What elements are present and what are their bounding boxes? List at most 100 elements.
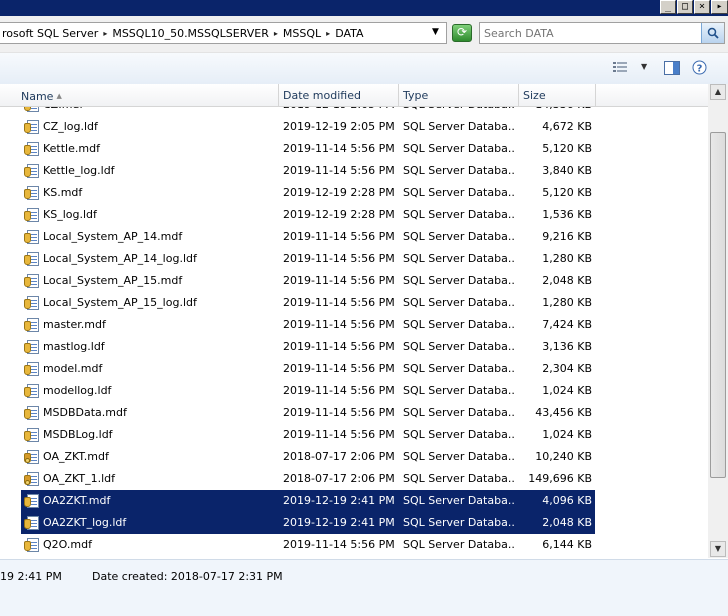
sort-ascending-icon: ▲ [56,92,62,100]
file-row[interactable]: Local_System_AP_14.mdf 2019-11-14 5:56 PM… [0,226,708,248]
scroll-down-button[interactable]: ▼ [710,541,726,557]
file-size: 43,456 KB [535,406,592,419]
file-size: 7,424 KB [542,318,592,331]
file-line-shape [31,284,37,285]
column-header-date-modified[interactable]: Date modified [279,84,399,106]
file-date-modified: 2019-11-14 5:56 PM [283,164,395,177]
file-line-shape [31,391,37,392]
scroll-up-button[interactable]: ▲ [710,84,726,100]
file-line-shape [31,410,37,411]
file-line-shape [31,394,37,395]
file-row[interactable]: CZ_log.ldf 2019-12-19 2:05 PM SQL Server D… [0,116,708,138]
file-name: MSDBData.mdf [43,406,127,419]
file-row[interactable]: MSDBLog.ldf 2019-11-14 5:56 PM SQL Server … [0,424,708,446]
file-size: 4,096 KB [542,494,592,507]
views-dropdown-icon[interactable]: ▼ [641,62,647,71]
search-box[interactable] [479,22,725,44]
sql-data-file-icon [24,296,40,310]
maximize-button[interactable]: □ [677,0,693,14]
breadcrumb-separator-icon[interactable]: ▸ [323,29,333,38]
sql-data-file-icon [24,318,40,332]
scrollbar-thumb[interactable] [710,132,726,478]
close-button[interactable]: × [694,0,710,14]
file-row[interactable]: CZ.mdf 2019-12-19 2:05 PM SQL Server Datab… [0,107,708,116]
database-cylinder-shape [24,321,31,331]
file-date-modified: 2019-11-14 5:56 PM [283,142,395,155]
file-row[interactable]: OA2ZKT.mdf 2019-12-19 2:41 PM SQL Server D… [0,490,708,512]
file-row[interactable]: OA_ZKT.mdf 2018-07-17 2:06 PM SQL Server D… [0,446,708,468]
file-line-shape [31,234,37,235]
file-line-shape [31,124,37,125]
file-type: SQL Server Databa... [403,450,515,463]
file-size: 1,280 KB [542,252,592,265]
sql-data-file-icon [24,340,40,354]
file-row[interactable]: KS.mdf 2019-12-19 2:28 PM SQL Server Datab… [0,182,708,204]
breadcrumb-item-sql-server[interactable]: rosoft SQL Server [0,27,100,40]
file-type: SQL Server Databa... [403,516,515,529]
file-size: 6,144 KB [542,538,592,551]
file-row[interactable]: Kettle_log.ldf 2019-11-14 5:56 PM SQL Serv… [0,160,708,182]
breadcrumb-item-instance[interactable]: MSSQL10_50.MSSQLSERVER [110,27,271,40]
preview-pane-icon[interactable] [664,61,680,78]
file-line-shape [31,369,37,370]
file-line-shape [31,416,37,417]
locked-sql-file-icon [24,450,40,464]
file-row[interactable]: master.mdf 2019-11-14 5:56 PM SQL Server D… [0,314,708,336]
database-cylinder-shape [24,431,31,441]
sql-data-file-icon [24,516,40,530]
refresh-icon[interactable]: ⟳ [452,24,472,42]
file-line-shape [31,501,37,502]
search-input[interactable] [484,25,694,41]
lock-badge-shape [25,480,30,485]
file-row[interactable]: model.mdf 2019-11-14 5:56 PM SQL Server Da… [0,358,708,380]
breadcrumb-separator-icon[interactable]: ▸ [100,29,110,38]
file-line-shape [31,196,37,197]
file-row[interactable]: Local_System_AP_15_log.ldf 2019-11-14 5:5… [0,292,708,314]
file-row[interactable]: mastlog.ldf 2019-11-14 5:56 PM SQL Server … [0,336,708,358]
address-bar[interactable]: rosoft SQL Server ▸ MSSQL10_50.MSSQLSERV… [0,22,447,44]
file-date-modified: 2019-11-14 5:56 PM [283,538,395,551]
file-date-modified: 2019-11-14 5:56 PM [283,230,395,243]
file-line-shape [31,262,37,263]
minimize-button[interactable]: _ [660,0,676,14]
file-line-shape [31,366,37,367]
breadcrumb: rosoft SQL Server ▸ MSSQL10_50.MSSQLSERV… [0,23,366,43]
breadcrumb-item-data[interactable]: DATA [333,27,365,40]
file-line-shape [31,523,37,524]
file-name: KS.mdf [43,186,83,199]
help-icon[interactable]: ? [692,60,707,78]
file-size: 3,840 KB [542,164,592,177]
file-size: 1,280 KB [542,296,592,309]
address-history-dropdown-icon[interactable]: ▼ [432,27,439,37]
file-row[interactable]: Local_System_AP_15.mdf 2019-11-14 5:56 PM… [0,270,708,292]
column-header-size[interactable]: Size [519,84,596,106]
file-row[interactable]: Kettle.mdf 2019-11-14 5:56 PM SQL Server D… [0,138,708,160]
file-line-shape [31,325,37,326]
column-header-name[interactable]: Name ▲ [17,84,279,106]
file-type: SQL Server Databa... [403,406,515,419]
file-row[interactable]: Q2O.mdf 2019-11-14 5:56 PM SQL Server Data… [0,534,708,556]
file-name: Local_System_AP_14_log.ldf [43,252,197,265]
file-row[interactable]: MSDBData.mdf 2019-11-14 5:56 PM SQL Server… [0,402,708,424]
file-row[interactable]: Local_System_AP_14_log.ldf 2019-11-14 5:5… [0,248,708,270]
column-header-type[interactable]: Type [399,84,519,106]
file-size: 2,048 KB [542,516,592,529]
details-view-icon[interactable] [613,61,627,76]
file-name: CZ_log.ldf [43,120,98,133]
file-row[interactable]: OA2ZKT_log.ldf 2019-12-19 2:41 PM SQL Serv… [0,512,708,534]
vertical-scrollbar[interactable]: ▲ ▼ [708,84,728,558]
file-line-shape [31,454,37,455]
file-row[interactable]: KS_log.ldf 2019-12-19 2:28 PM SQL Server D… [0,204,708,226]
file-row[interactable]: modellog.ldf 2019-11-14 5:56 PM SQL Server… [0,380,708,402]
file-line-shape [31,350,37,351]
breadcrumb-separator-icon[interactable]: ▸ [271,29,281,38]
file-line-shape [31,372,37,373]
sql-data-file-icon [24,494,40,508]
file-line-shape [31,168,37,169]
search-icon[interactable] [701,23,724,43]
database-cylinder-shape [24,343,31,353]
breadcrumb-item-mssql[interactable]: MSSQL [281,27,323,40]
file-size: 9,216 KB [542,230,592,243]
scroll-right-button[interactable]: ▸ [711,0,728,14]
file-row[interactable]: OA_ZKT_1.ldf 2018-07-17 2:06 PM SQL Server… [0,468,708,490]
